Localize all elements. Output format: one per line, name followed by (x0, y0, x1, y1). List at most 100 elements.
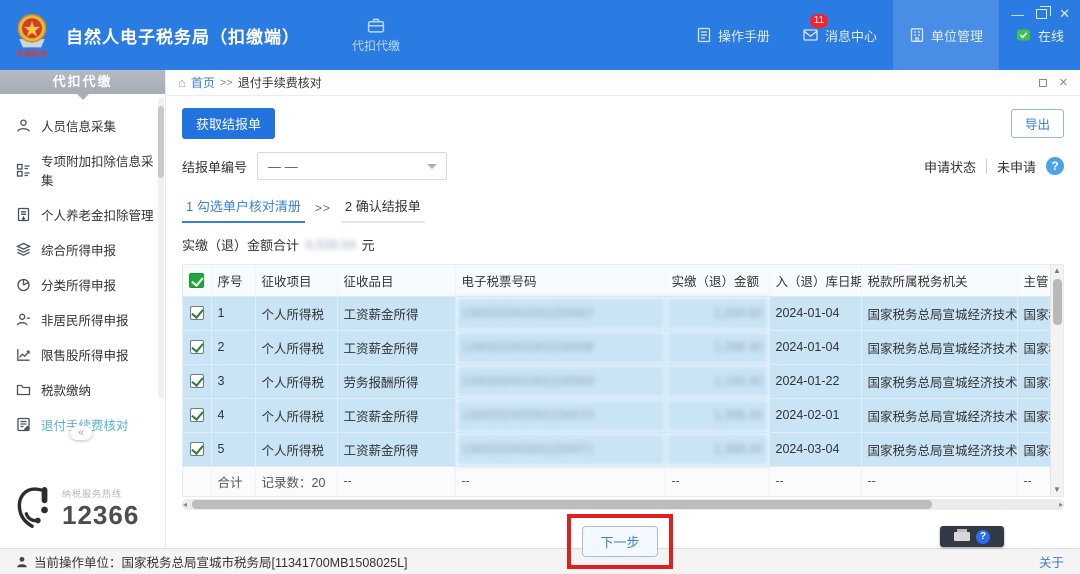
step-1-tab[interactable]: 1 勾选单户核对清册 (182, 196, 305, 223)
breadcrumb-home[interactable]: 首页 (191, 74, 215, 91)
cell-no: 5 (211, 432, 256, 467)
step-2-tab[interactable]: 2 确认结报单 (340, 196, 425, 223)
table-total-row: 合计 记录数：20 -- -- -- -- -- -- (183, 466, 1052, 496)
table-row: 2 个人所得税 工资薪金所得 1340202401001234568 1,298.40 2… (183, 330, 1052, 365)
app-window: 中国税务 自然人电子税务局（扣缴端） 代扣代缴 操作手册 11 消息中心 单位管… (0, 0, 1080, 574)
select-all-checkbox[interactable] (189, 272, 205, 288)
sidebar-item-tax-payment[interactable]: 税款缴纳 (0, 372, 165, 407)
cell-item: 个人所得税 (255, 432, 338, 467)
printer-icon[interactable] (954, 529, 970, 541)
sidebar-collapse-button[interactable]: « (70, 426, 92, 440)
breadcrumb-current: 退付手续费核对 (237, 76, 322, 90)
cell-date: 2024-01-22 (769, 364, 862, 399)
cell-ticket: 1340202401001234568 (455, 330, 666, 365)
help-icon[interactable]: ? (1046, 157, 1064, 175)
app-body: 代扣代缴 人员信息采集 专项附加扣除信息采集 个人养老金扣除管理 综合所得申报 (0, 70, 1080, 569)
cell-date: 2024-01-04 (769, 330, 862, 365)
cell-ticket: 1340202401001234569 (455, 364, 666, 399)
grid-list-icon (16, 163, 30, 177)
nav-manual-label: 操作手册 (717, 28, 770, 44)
col-header-org: 税款所属税务机关 (861, 265, 1018, 297)
building-icon (910, 28, 924, 42)
envelope-icon (803, 29, 818, 41)
nav-manual[interactable]: 操作手册 (680, 0, 786, 70)
horizontal-scrollbar-thumb[interactable] (192, 500, 932, 509)
sidebar-item-nonresident-income[interactable]: 非居民所得申报 (0, 302, 165, 337)
cell-amount: 1,294.60 (665, 296, 770, 331)
vertical-scrollbar[interactable]: ▲ ▼ (1050, 265, 1063, 496)
cell-sub: 工资薪金所得 (337, 398, 456, 433)
col-header-no: 序号 (211, 265, 256, 297)
cell-org: 国家税务总局宣城经济技术... (861, 364, 1018, 399)
layers-icon (16, 242, 31, 256)
apply-status-value: 未申请 (996, 159, 1036, 175)
toolbar-row: 获取结报单 导出 (182, 108, 1064, 139)
row-checkbox[interactable] (189, 408, 204, 422)
cell-ticket: 1340202402001234570 (455, 398, 666, 433)
question-help-icon[interactable]: ? (976, 529, 990, 544)
scroll-down-icon[interactable]: ▼ (1053, 484, 1061, 496)
next-step-button[interactable]: 下一步 (582, 526, 658, 557)
module-tab-label: 代扣代缴 (352, 38, 401, 53)
panel-close-icon[interactable]: ✕ (1059, 76, 1068, 89)
cell-org: 国家税务总局宣城经济技术... (861, 398, 1018, 433)
nav-message-label: 消息中心 (824, 28, 877, 44)
row-checkbox[interactable] (189, 442, 204, 456)
sidebar-item-label: 限售股所得申报 (41, 349, 129, 363)
cell-no: 4 (211, 398, 256, 433)
status-divider (985, 159, 987, 173)
scroll-left-icon[interactable]: ◂ (183, 500, 187, 509)
report-number-select[interactable]: — — (257, 152, 448, 180)
cell-mgr: 国家税... (1017, 364, 1052, 399)
sidebar-item-label: 分类所得申报 (41, 279, 117, 293)
scroll-right-icon[interactable]: ▸ (1059, 500, 1063, 509)
minimize-button[interactable]: — (1011, 7, 1024, 22)
row-checkbox[interactable] (189, 306, 204, 320)
nav-unit-management[interactable]: 单位管理 (892, 0, 999, 70)
nav-message-center[interactable]: 11 消息中心 (786, 0, 893, 70)
cell-sub: 劳务报酬所得 (337, 364, 456, 399)
row-checkbox[interactable] (189, 374, 204, 388)
table-row: 1 个人所得税 工资薪金所得 1340202401001234567 1,294.60 2… (183, 296, 1052, 331)
col-header-sub: 征收品目 (337, 265, 456, 297)
sidebar-item-restricted-shares[interactable]: 限售股所得申报 (0, 337, 165, 372)
main-area: ⌂ 首页 >> 退付手续费核对 ✕ 获取结报单 导出 结报单编号 — — 申请状… (166, 70, 1080, 569)
table-body: 1 个人所得税 工资薪金所得 1340202401001234567 1,294.60 2… (183, 296, 1052, 467)
refund-table: 序号 征收项目 征收品目 电子税票号码 实缴（退）金额 入（退）库日期 税款所属… (183, 265, 1052, 496)
cell-org: 国家税务总局宣城经济技术... (861, 432, 1018, 467)
summary-amount-masked: 4,529.54 (305, 237, 356, 252)
sidebar-scrollbar-thumb[interactable] (158, 106, 164, 178)
sidebar-item-label: 综合所得申报 (41, 244, 117, 258)
home-icon: ⌂ (178, 75, 186, 90)
summary-row: 实缴（退）金额合计 4,529.54 元 (182, 235, 1064, 254)
fetch-report-button[interactable]: 获取结报单 (182, 108, 276, 139)
online-check-icon (1016, 29, 1030, 41)
row-checkbox[interactable] (189, 340, 204, 354)
horizontal-scrollbar[interactable]: ◂ ▸ (182, 499, 1064, 510)
app-title: 自然人电子税务局（扣缴端） (66, 27, 300, 47)
col-header-item: 征收项目 (255, 265, 338, 297)
sidebar-item-comprehensive-income[interactable]: 综合所得申报 (0, 232, 165, 267)
total-dash: -- (665, 466, 770, 496)
sidebar-item-pension-deduction[interactable]: 个人养老金扣除管理 (0, 197, 165, 232)
cell-no: 2 (211, 330, 256, 365)
sidebar-scrollbar[interactable] (158, 98, 164, 398)
hotline-caption: 纳税服务热线 (62, 489, 123, 499)
close-button[interactable]: ✕ (1059, 6, 1070, 22)
breadcrumb: ⌂ 首页 >> 退付手续费核对 ✕ (166, 70, 1080, 96)
table-row: 5 个人所得税 工资薪金所得 1340202403001234571 1,398.40 2… (183, 432, 1052, 467)
panel-restore-icon[interactable] (1038, 78, 1047, 87)
cell-date: 2024-03-04 (769, 432, 862, 467)
scroll-up-icon[interactable]: ▲ (1053, 265, 1061, 277)
vertical-scrollbar-thumb[interactable] (1052, 279, 1062, 325)
sidebar-item-classified-income[interactable]: 分类所得申报 (0, 267, 165, 302)
tab-daikou-daijiao[interactable]: 代扣代缴 (352, 17, 400, 54)
hotline-number: 12366 (62, 500, 140, 530)
sidebar-item-special-deduction[interactable]: 专项附加扣除信息采集 (0, 143, 165, 197)
sidebar-item-personnel-info[interactable]: 人员信息采集 (0, 108, 165, 143)
export-button[interactable]: 导出 (1010, 109, 1064, 138)
cell-sub: 工资薪金所得 (337, 296, 456, 331)
cell-item: 个人所得税 (255, 398, 338, 433)
restore-button[interactable] (1036, 6, 1052, 19)
table-row: 3 个人所得税 劳务报酬所得 1340202401001234569 1,194.40 2… (183, 364, 1052, 399)
